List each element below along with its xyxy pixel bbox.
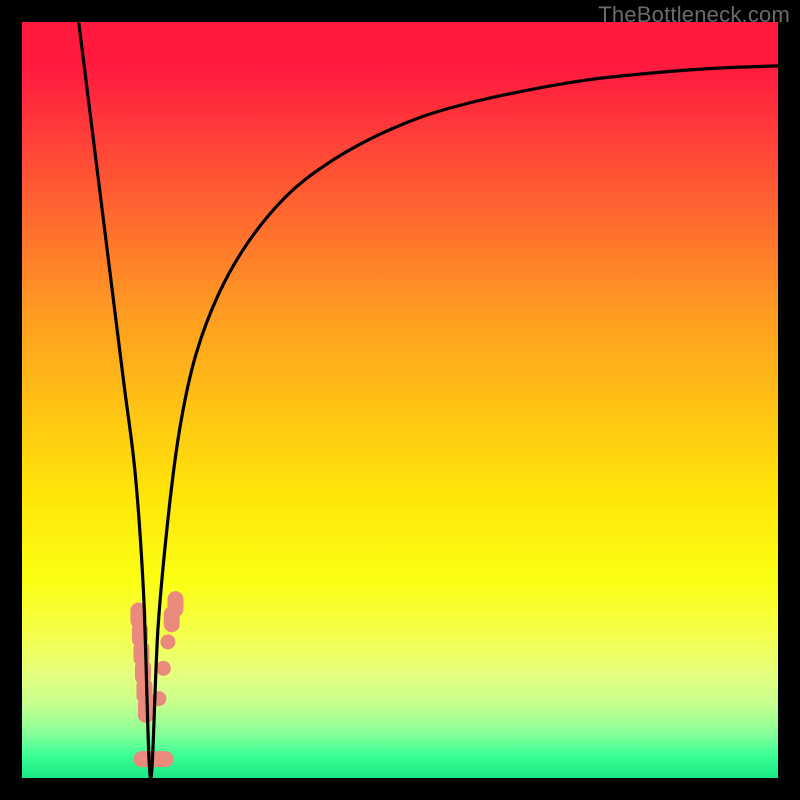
- chart-frame: TheBottleneck.com: [0, 0, 800, 800]
- marker-scatter-right-top: [167, 591, 183, 617]
- plot-area: [22, 22, 778, 778]
- marker-scatter-right-dots: [160, 634, 175, 649]
- marker-scatter-right-dots: [156, 661, 171, 676]
- bottleneck-curve: [79, 22, 778, 778]
- curve-layer: [22, 22, 778, 778]
- watermark-text: TheBottleneck.com: [598, 2, 790, 28]
